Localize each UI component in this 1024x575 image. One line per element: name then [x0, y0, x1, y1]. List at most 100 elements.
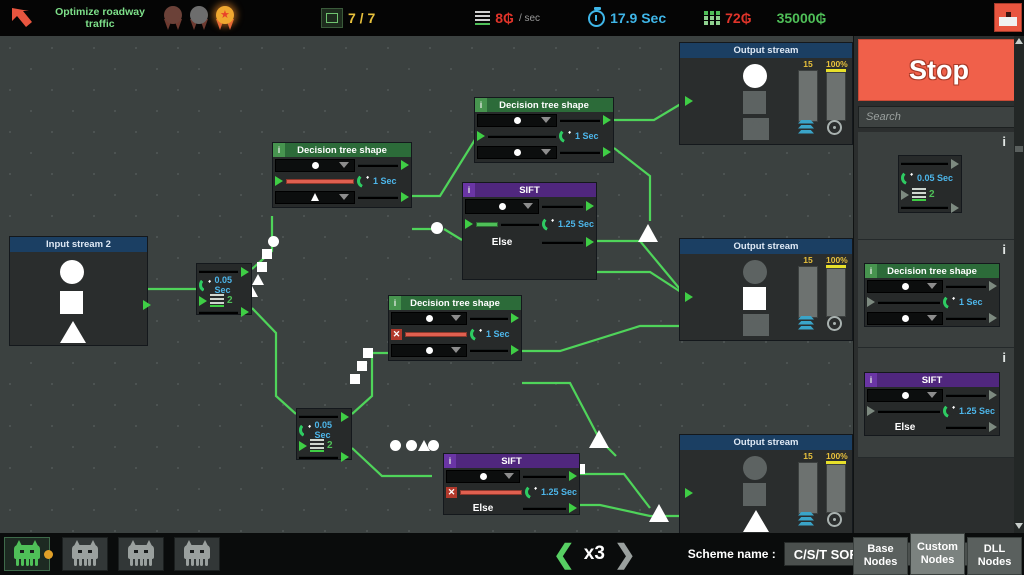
speed-decrease-button[interactable]: ❮: [553, 541, 575, 567]
output-stream-panel[interactable]: Output stream 15 100%: [679, 434, 853, 533]
scroll-thumb[interactable]: [1015, 146, 1023, 152]
node-palette[interactable]: i 0.05 Sec 2 i i Decision tree shape 1 S…: [858, 132, 1020, 458]
output-port[interactable]: [341, 452, 349, 462]
sift-node[interactable]: i SIFT 1.25 Sec Else: [462, 182, 597, 280]
decision-tree-node[interactable]: i Decision tree shape ✕ 1 Sec: [388, 295, 522, 361]
info-icon[interactable]: i: [389, 296, 401, 310]
shape-selector[interactable]: [391, 311, 467, 325]
palette-item-sift[interactable]: i i SIFT 1.25 Sec Else: [858, 348, 1020, 458]
shape-selector[interactable]: [477, 113, 557, 127]
back-arrow-icon[interactable]: [0, 0, 46, 36]
info-icon[interactable]: i: [1002, 134, 1006, 149]
shape-selector[interactable]: [275, 158, 355, 172]
chevron-down-icon[interactable]: [451, 315, 461, 321]
sidebar-scrollbar[interactable]: [1014, 36, 1024, 533]
info-icon[interactable]: i: [865, 373, 877, 387]
output-port[interactable]: [143, 300, 151, 310]
delay-node[interactable]: 0.05 Sec 2: [296, 408, 352, 462]
shape-selector[interactable]: [446, 469, 520, 483]
chevron-down-icon[interactable]: [504, 473, 514, 479]
decision-tree-node[interactable]: i Decision tree shape 1 Sec: [272, 142, 412, 208]
input-port[interactable]: [299, 440, 307, 451]
bot-slot-4[interactable]: [174, 537, 220, 571]
info-icon[interactable]: i: [865, 264, 877, 278]
output-port[interactable]: [586, 201, 594, 211]
sift-preview[interactable]: i SIFT 1.25 Sec Else: [864, 372, 1000, 436]
decision-tree-preview[interactable]: i Decision tree shape 1 Sec: [864, 263, 1000, 327]
chevron-down-icon[interactable]: [927, 315, 937, 321]
output-stream-panel[interactable]: Output stream 15 100%: [679, 42, 853, 145]
decision-tree-node[interactable]: i Decision tree shape 1 Sec: [474, 97, 614, 163]
info-icon[interactable]: i: [1002, 350, 1006, 365]
delay-node[interactable]: 0.05 Sec 2: [196, 263, 252, 317]
shape-selector[interactable]: [867, 388, 943, 402]
output-port[interactable]: [511, 345, 519, 355]
output-port[interactable]: [603, 147, 611, 157]
info-icon[interactable]: i: [475, 98, 487, 112]
target-icon: [827, 512, 842, 527]
filter-bar[interactable]: [476, 221, 498, 227]
info-icon[interactable]: i: [273, 143, 285, 157]
output-port[interactable]: [401, 192, 409, 202]
node-canvas[interactable]: Input stream 2 0.05 Sec 2 0.05 Sec 2 i D…: [0, 36, 853, 533]
input-stream-panel[interactable]: Input stream 2: [9, 236, 151, 346]
count-label: 15: [803, 59, 813, 69]
output-port[interactable]: [241, 307, 249, 317]
chevron-down-icon[interactable]: [451, 347, 461, 353]
shape-selector[interactable]: [867, 279, 943, 293]
palette-item-delay[interactable]: i 0.05 Sec 2: [858, 132, 1020, 240]
chevron-down-icon[interactable]: [541, 149, 551, 155]
output-port[interactable]: [603, 115, 611, 125]
output-port[interactable]: [586, 237, 594, 247]
input-port[interactable]: [199, 295, 207, 306]
particle: [406, 440, 417, 451]
shape-selector[interactable]: [477, 145, 557, 159]
output-port[interactable]: [511, 313, 519, 323]
search-input[interactable]: Search: [858, 106, 1020, 128]
info-icon[interactable]: i: [444, 454, 456, 468]
output-stream-panel[interactable]: Output stream 15 100%: [679, 238, 853, 341]
tab-custom-nodes[interactable]: Custom Nodes: [910, 533, 965, 575]
shape-selector[interactable]: [867, 311, 943, 325]
chevron-down-icon[interactable]: [523, 203, 533, 209]
output-port[interactable]: [569, 471, 577, 481]
info-icon[interactable]: i: [1002, 242, 1006, 257]
shape-selector[interactable]: [465, 198, 539, 214]
chevron-down-icon[interactable]: [927, 283, 937, 289]
stop-button[interactable]: Stop: [858, 39, 1020, 101]
filter-bar[interactable]: [460, 489, 522, 495]
bot-slot-1[interactable]: [4, 537, 53, 571]
delay-node-preview[interactable]: 0.05 Sec 2: [898, 155, 962, 213]
tab-base-nodes[interactable]: Base Nodes: [853, 537, 908, 575]
delete-icon[interactable]: [994, 3, 1022, 32]
chevron-down-icon[interactable]: [339, 194, 349, 200]
scroll-up-icon[interactable]: [1015, 38, 1023, 44]
speed-increase-button[interactable]: ❯: [614, 541, 636, 567]
chevron-down-icon[interactable]: [541, 117, 551, 123]
output-port[interactable]: [569, 503, 577, 513]
shape-selector[interactable]: [391, 343, 467, 357]
input-port[interactable]: [685, 96, 693, 106]
bot-icon: [72, 540, 98, 566]
output-stream-title: Output stream: [680, 239, 852, 254]
scroll-down-icon[interactable]: [1015, 523, 1023, 529]
chevron-down-icon[interactable]: [927, 392, 937, 398]
bot-slot-3[interactable]: [118, 537, 164, 571]
input-port[interactable]: [477, 131, 485, 141]
chevron-down-icon[interactable]: [339, 162, 349, 168]
shape-circle: [311, 161, 319, 169]
tab-dll-nodes[interactable]: DLL Nodes: [967, 537, 1022, 575]
shape-triangle: [743, 314, 769, 336]
input-port[interactable]: [685, 292, 693, 302]
shape-circle: [479, 472, 487, 480]
input-port[interactable]: [275, 176, 283, 186]
queue-count: 2: [227, 295, 233, 306]
shape-selector[interactable]: [275, 190, 355, 204]
palette-item-decision-tree[interactable]: i i Decision tree shape 1 Sec: [858, 240, 1020, 348]
sift-node[interactable]: i SIFT ✕ 1.25 Sec Else: [443, 453, 580, 515]
output-port[interactable]: [401, 160, 409, 170]
input-port[interactable]: [465, 219, 473, 229]
bot-slot-2[interactable]: [62, 537, 108, 571]
input-port[interactable]: [685, 488, 693, 498]
info-icon[interactable]: i: [463, 183, 475, 197]
